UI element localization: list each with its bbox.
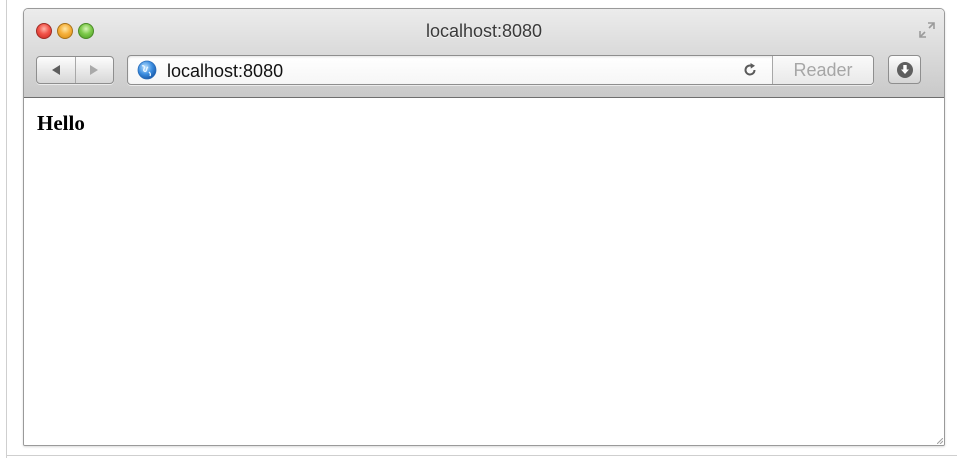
- browser-titlebar: localhost:8080 localhost:8080 Reader: [24, 9, 944, 98]
- browser-window: localhost:8080 localhost:8080 Reader Hel…: [23, 8, 945, 446]
- forward-button[interactable]: [75, 57, 113, 83]
- page-margin-rule-bottom: [6, 455, 957, 456]
- url-text[interactable]: localhost:8080: [167, 61, 283, 82]
- resize-grip-icon[interactable]: [937, 438, 943, 444]
- back-forward-control: [36, 56, 114, 84]
- back-button[interactable]: [37, 57, 75, 83]
- back-arrow-icon: [51, 65, 60, 75]
- address-bar[interactable]: localhost:8080 Reader: [127, 55, 874, 85]
- download-arrow-icon: [896, 61, 913, 78]
- reload-icon[interactable]: [742, 62, 758, 78]
- forward-arrow-icon: [90, 65, 99, 75]
- reader-button[interactable]: Reader: [773, 56, 873, 84]
- window-title: localhost:8080: [425, 21, 543, 41]
- page-heading: Hello: [37, 111, 85, 135]
- page-viewport: Hello: [24, 98, 944, 445]
- globe-icon: [137, 60, 157, 80]
- page-margin-rule-left: [6, 0, 7, 458]
- screenshot-canvas: localhost:8080 localhost:8080 Reader Hel…: [0, 0, 957, 458]
- fullscreen-arrows-icon[interactable]: [918, 21, 936, 39]
- downloads-button[interactable]: [888, 55, 921, 84]
